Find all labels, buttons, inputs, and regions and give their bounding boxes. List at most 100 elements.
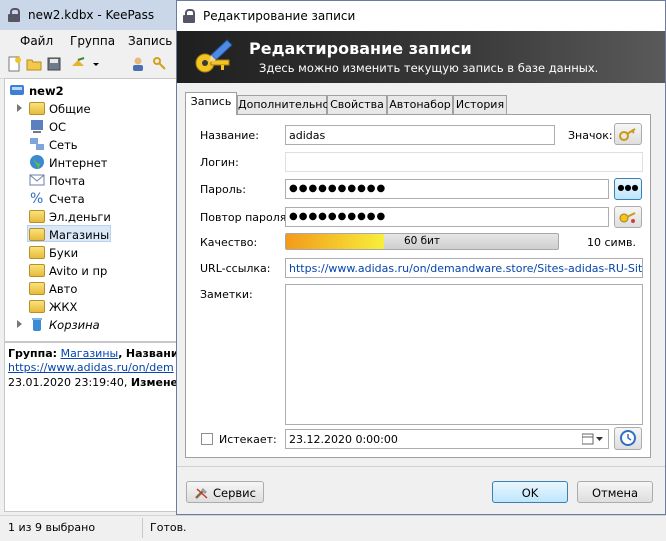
- url-label: URL-ссылка:: [200, 262, 271, 275]
- info-modified-label: Изменено:: [130, 376, 178, 389]
- tree-group-label: Интернет: [49, 156, 108, 170]
- key-pencil-icon: [191, 37, 235, 79]
- menu-bar: Файл Группа Запись: [0, 30, 180, 52]
- tree-group-label: Корзина: [49, 318, 100, 332]
- title-label: Название:: [200, 129, 259, 142]
- ok-button[interactable]: OK: [492, 481, 568, 503]
- expiry-presets-button[interactable]: [614, 427, 642, 450]
- generate-password-button[interactable]: [614, 206, 642, 228]
- icon-picker-button[interactable]: [614, 123, 642, 145]
- info-created: 23.01.2020 23:19:40,: [8, 376, 128, 389]
- tree-group-item[interactable]: ЖКХ: [5, 297, 175, 315]
- password-generator-icon: [618, 212, 638, 228]
- quality-chars: 10 симв.: [587, 236, 636, 249]
- menu-file[interactable]: Файл: [20, 34, 53, 48]
- banner-title: Редактирование записи: [249, 39, 472, 58]
- tree-group-item[interactable]: Магазины: [5, 225, 175, 243]
- tree-group-label: Сеть: [49, 138, 78, 152]
- tab-history[interactable]: История: [453, 95, 507, 114]
- tab-autotype[interactable]: Автонабор: [387, 95, 453, 114]
- tools-button[interactable]: Сервис: [186, 481, 264, 503]
- tree-group-item[interactable]: % Счета: [5, 189, 175, 207]
- tree-group-item[interactable]: Почта: [5, 171, 175, 189]
- notes-field[interactable]: [285, 284, 643, 425]
- copy-password-icon[interactable]: [152, 56, 168, 72]
- tree-group-label: Авто: [49, 282, 78, 296]
- login-label: Логин:: [200, 156, 239, 169]
- main-toolbar: [0, 52, 180, 79]
- new-database-icon[interactable]: [6, 56, 22, 72]
- banner-subtitle: Здесь можно изменить текущую запись в ба…: [259, 61, 599, 75]
- info-title-label: Название:: [125, 347, 178, 360]
- dialog-title-bar: Редактирование записи: [177, 1, 665, 31]
- tree-group-item[interactable]: Буки: [5, 243, 175, 261]
- menu-group[interactable]: Группа: [70, 34, 115, 48]
- tree-group-item[interactable]: Авто: [5, 279, 175, 297]
- recycle-bin-icon: [29, 316, 45, 332]
- tree-group-item[interactable]: Интернет: [5, 153, 175, 171]
- save-icon[interactable]: [46, 56, 62, 72]
- tree-group-label: Буки: [49, 246, 79, 260]
- expires-label: Истекает:: [219, 433, 277, 446]
- url-field[interactable]: https://www.adidas.ru/on/demandware.stor…: [285, 258, 643, 278]
- notes-label: Заметки:: [200, 288, 253, 301]
- tree-group-item[interactable]: ОС: [5, 117, 175, 135]
- group-tree[interactable]: new2 Общие ОС Сеть Интернет Почта% Счета Эл.де…: [4, 78, 178, 342]
- folder-icon: [29, 228, 45, 241]
- tree-group-label: Магазины: [49, 228, 110, 242]
- expires-field[interactable]: 23.12.2020 0:00:00: [285, 429, 609, 449]
- tree-group-item[interactable]: Корзина: [5, 315, 175, 333]
- quality-label: Качество:: [200, 236, 258, 249]
- title-field[interactable]: adidas: [285, 125, 555, 145]
- key-icon: [618, 128, 638, 145]
- tree-group-item[interactable]: Эл.деньги: [5, 207, 175, 225]
- entry-info-panel: Группа: Магазины, Название: https://www.…: [4, 342, 178, 512]
- tree-group-item[interactable]: Avito и пр: [5, 261, 175, 279]
- info-url-link[interactable]: https://www.adidas.ru/on/dem: [8, 361, 174, 374]
- cancel-button[interactable]: Отмена: [577, 481, 653, 503]
- main-window-title: new2.kdbx - KeePass: [28, 8, 155, 22]
- repeat-password-label: Повтор пароля:: [200, 211, 291, 224]
- expand-arrow-icon[interactable]: [17, 104, 22, 112]
- icon-label: Значок:: [568, 129, 613, 142]
- add-entry-icon[interactable]: [70, 56, 86, 72]
- password-field[interactable]: ●●●●●●●●●●: [285, 179, 609, 199]
- clock-icon: [619, 430, 637, 450]
- login-field[interactable]: [285, 152, 643, 172]
- svg-text:%: %: [30, 191, 43, 206]
- tree-group-item[interactable]: Сеть: [5, 135, 175, 153]
- dialog-lock-icon: [183, 9, 195, 23]
- add-entry-dropdown-icon[interactable]: [92, 56, 100, 72]
- folder-icon: [29, 282, 45, 295]
- quality-bits: 60 бит: [403, 235, 441, 247]
- tab-advanced[interactable]: Дополнительно: [237, 95, 329, 114]
- status-state: Готов.: [150, 521, 187, 534]
- open-database-icon[interactable]: [26, 56, 42, 72]
- expires-checkbox[interactable]: [201, 433, 213, 445]
- edit-entry-dialog: Редактирование записи Редактирование зап…: [176, 0, 666, 515]
- expand-arrow-icon[interactable]: [17, 320, 22, 328]
- tree-group-label: ЖКХ: [49, 300, 78, 314]
- folder-icon: [29, 102, 45, 115]
- password-label: Пароль:: [200, 183, 246, 196]
- copy-username-icon[interactable]: [130, 56, 146, 72]
- keepass-lock-icon: [8, 8, 20, 22]
- tree-group-label: Счета: [49, 192, 85, 206]
- tools-icon: [194, 486, 210, 503]
- expires-value: 23.12.2020 0:00:00: [289, 433, 398, 446]
- os-icon: [29, 118, 45, 134]
- database-icon: [9, 82, 25, 98]
- menu-entry[interactable]: Запись: [128, 34, 172, 48]
- calendar-dropdown-icon[interactable]: [581, 433, 604, 448]
- repeat-password-field[interactable]: ●●●●●●●●●●: [285, 207, 609, 227]
- folder-icon: [29, 210, 45, 223]
- info-group-link[interactable]: Магазины: [61, 347, 119, 360]
- tree-root[interactable]: new2: [5, 81, 175, 99]
- tab-properties[interactable]: Свойства: [327, 95, 387, 114]
- tab-entry[interactable]: Запись: [185, 92, 237, 115]
- show-password-button[interactable]: ●●●: [614, 178, 642, 200]
- tree-group-label: Эл.деньги: [49, 210, 111, 224]
- tree-group-item[interactable]: Общие: [5, 99, 175, 117]
- mail-icon: [29, 172, 45, 188]
- info-group-label: Группа:: [8, 347, 58, 360]
